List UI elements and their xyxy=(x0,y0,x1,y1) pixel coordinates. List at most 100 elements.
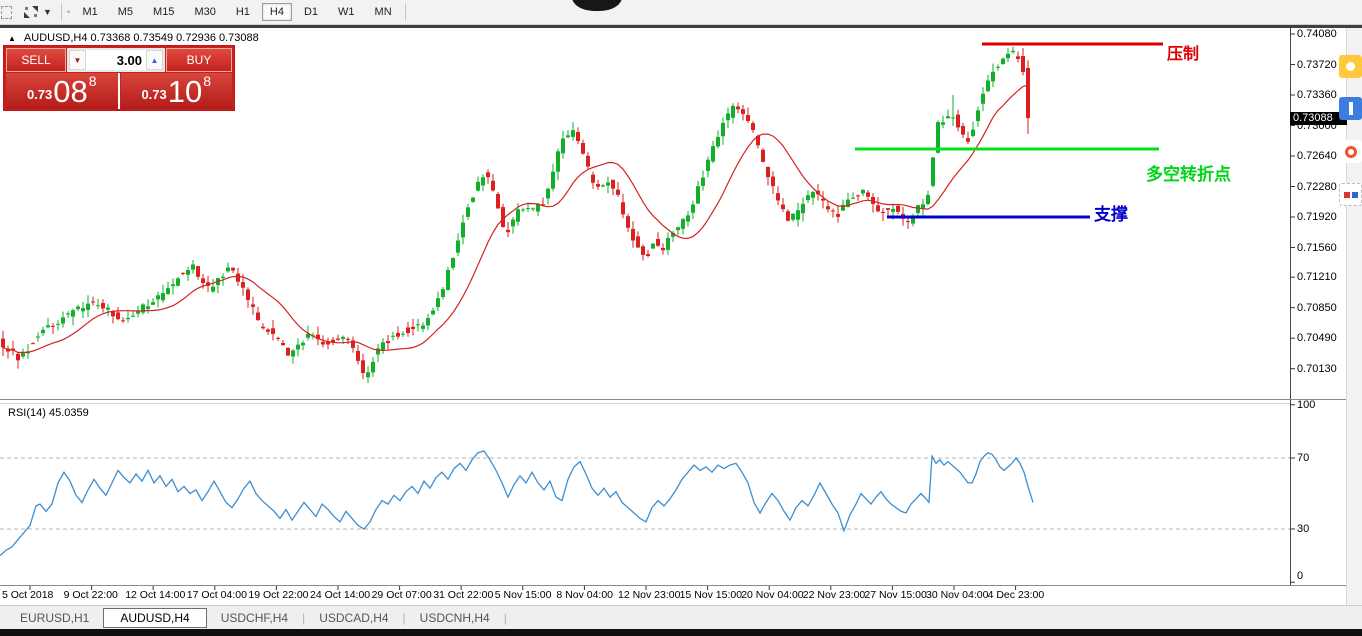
candle-body xyxy=(796,210,800,220)
candle-body xyxy=(336,339,340,340)
candle-body xyxy=(1021,56,1025,72)
candle-body xyxy=(836,214,840,217)
candle-body xyxy=(526,208,530,209)
timeframe-button-mn[interactable]: MN xyxy=(367,3,400,21)
candle-body xyxy=(441,289,445,297)
tab-usdcnhh4[interactable]: USDCNH,H4 xyxy=(406,609,504,627)
timeframe-button-m5[interactable]: M5 xyxy=(110,3,141,21)
candle-body xyxy=(426,318,430,325)
buy-price-display[interactable]: 0.73 10 8 xyxy=(121,73,233,109)
volume-increase-button[interactable]: ▲ xyxy=(146,50,163,70)
draw-objects-icon[interactable] xyxy=(22,2,40,22)
candle-body xyxy=(251,304,255,306)
candle-body xyxy=(96,305,100,306)
candle-body xyxy=(1,339,5,348)
candle-body xyxy=(991,72,995,82)
candle-body xyxy=(861,190,865,194)
volume-stepper: ▼ ▲ xyxy=(67,48,165,72)
candle-body xyxy=(116,312,120,319)
volume-input[interactable] xyxy=(86,50,146,70)
toolbar-grip-icon[interactable]: ▪ xyxy=(67,7,71,18)
candle-body xyxy=(191,264,195,269)
chart-title: ▲ AUDUSD,H4 0.73368 0.73549 0.72936 0.73… xyxy=(8,32,259,44)
tab-eurusdh1[interactable]: EURUSD,H1 xyxy=(6,609,103,627)
candle-body xyxy=(651,244,655,249)
candle-body xyxy=(451,258,455,268)
rsi-indicator-label: RSI(14) 45.0359 xyxy=(8,407,89,419)
buy-button[interactable]: BUY xyxy=(166,48,232,72)
candle-body xyxy=(566,135,570,137)
tab-audusdh4[interactable]: AUDUSD,H4 xyxy=(103,608,206,628)
share-icon-qr[interactable] xyxy=(1339,183,1362,206)
volume-decrease-button[interactable]: ▼ xyxy=(69,50,86,70)
one-click-trade-panel: SELL ▼ ▲ BUY 0.73 08 8 0.73 10 8 xyxy=(4,46,234,110)
timeframe-button-w1[interactable]: W1 xyxy=(330,3,363,21)
price-axis-tick: 0.72640 xyxy=(1297,150,1337,162)
timeframe-button-m1[interactable]: M1 xyxy=(74,3,105,21)
share-icon-orange[interactable] xyxy=(1339,140,1362,163)
candle-body xyxy=(151,302,155,305)
candle-body xyxy=(506,230,510,232)
candle-body xyxy=(606,182,610,185)
chevron-down-icon[interactable]: ▼ xyxy=(43,7,52,17)
candle-body xyxy=(556,151,560,171)
date-axis-tick: 31 Oct 22:00 xyxy=(433,589,493,601)
candle-body xyxy=(826,206,830,209)
candle-body xyxy=(561,139,565,154)
top-toolbar: ▼ ▪ M1 M5M15M30 H1H4D1W1MN xyxy=(0,0,1362,24)
candle-body xyxy=(271,328,275,334)
candle-body xyxy=(621,202,625,214)
candle-body xyxy=(926,195,930,204)
candle-body xyxy=(801,204,805,213)
candle-body xyxy=(231,268,235,271)
candle-body xyxy=(951,117,955,118)
moving-average-line xyxy=(3,85,1028,352)
candle-body xyxy=(71,310,75,316)
date-axis-tick: 24 Oct 14:00 xyxy=(310,589,370,601)
date-axis-tick: 9 Oct 22:00 xyxy=(64,589,118,601)
sell-price-display[interactable]: 0.73 08 8 xyxy=(6,73,120,109)
candle-body xyxy=(31,343,35,344)
toolbar-separator xyxy=(61,3,62,21)
candle-body xyxy=(721,123,725,136)
selection-tool-icon[interactable] xyxy=(1,6,12,19)
candle-body xyxy=(511,220,515,227)
candle-body xyxy=(236,274,240,282)
candle-body xyxy=(101,303,105,308)
sell-button[interactable]: SELL xyxy=(6,48,66,72)
tab-usdchfh4[interactable]: USDCHF,H4 xyxy=(207,609,302,627)
timeframe-button-m15[interactable]: M15 xyxy=(145,3,182,21)
chart-canvas[interactable] xyxy=(0,28,1362,605)
candle-body xyxy=(1001,59,1005,64)
candle-body xyxy=(171,284,175,286)
quote-panel-toggle-icon[interactable]: ▲ xyxy=(8,34,16,43)
candle-body xyxy=(51,326,55,327)
candle-body xyxy=(731,106,735,118)
candle-body xyxy=(676,227,680,230)
candle-body xyxy=(281,343,285,345)
candle-body xyxy=(16,354,20,360)
timeframe-button-h1[interactable]: H1 xyxy=(228,3,258,21)
share-icon-blue[interactable] xyxy=(1339,97,1362,120)
candle-body xyxy=(531,208,535,209)
candle-body xyxy=(601,185,605,186)
candle-body xyxy=(701,178,705,186)
timeframe-button-h4[interactable]: H4 xyxy=(262,3,292,21)
share-icon-yellow[interactable] xyxy=(1339,55,1362,78)
candle-body xyxy=(106,308,110,310)
tab-usdcadh4[interactable]: USDCAD,H4 xyxy=(305,609,402,627)
candle-body xyxy=(241,282,245,288)
candle-body xyxy=(971,130,975,136)
chart-tab-bar: EURUSD,H1AUDUSD,H4USDCHF,H4|USDCAD,H4|US… xyxy=(0,605,1362,629)
candle-body xyxy=(656,239,660,246)
chart-area[interactable]: ▲ AUDUSD,H4 0.73368 0.73549 0.72936 0.73… xyxy=(0,28,1362,605)
tab-separator: | xyxy=(504,611,507,625)
timeframe-button-d1[interactable]: D1 xyxy=(296,3,326,21)
candle-body xyxy=(396,333,400,337)
candle-body xyxy=(626,216,630,228)
candle-body xyxy=(986,80,990,91)
timeframe-button-m30[interactable]: M30 xyxy=(186,3,223,21)
candle-body xyxy=(401,334,405,335)
candle-body xyxy=(746,115,750,121)
candle-body xyxy=(891,209,895,212)
